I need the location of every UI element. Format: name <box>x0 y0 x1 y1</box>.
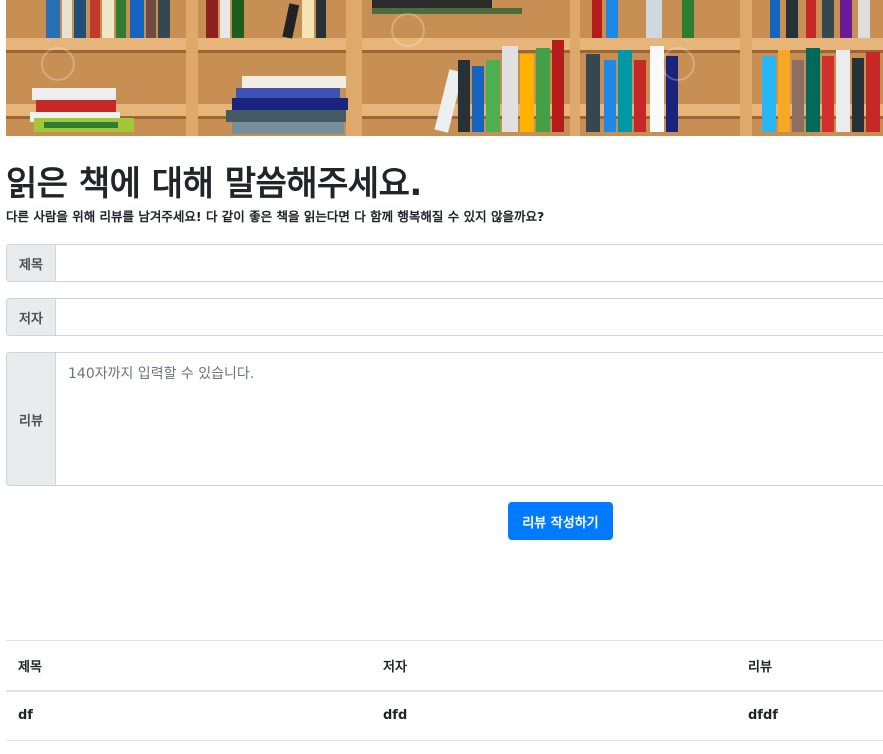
review-label: 리뷰 <box>7 353 56 485</box>
reviews-table: 제목 저자 리뷰 df dfd dfdf <box>6 640 883 741</box>
author-input[interactable] <box>56 299 883 335</box>
column-header-title: 제목 <box>18 659 42 675</box>
review-page: 읽은 책에 대해 말씀해주세요. 다른 사람을 위해 리뷰를 남겨주세요! 다 … <box>0 0 883 754</box>
author-label: 저자 <box>7 299 56 335</box>
cell-review: dfdf <box>748 708 778 724</box>
title-input[interactable] <box>56 245 883 281</box>
table-row: df dfd dfdf <box>6 691 883 741</box>
submit-review-button[interactable]: 리뷰 작성하기 <box>508 502 613 540</box>
review-input-group: 리뷰 <box>6 352 883 486</box>
page-title: 읽은 책에 대해 말씀해주세요. <box>6 164 422 204</box>
cell-author: dfd <box>383 708 408 724</box>
column-header-author: 저자 <box>383 659 407 675</box>
bookshelf-banner-image <box>6 0 883 136</box>
column-header-review: 리뷰 <box>748 659 772 675</box>
page-subtitle: 다른 사람을 위해 리뷰를 남겨주세요! 다 같이 좋은 책을 읽는다면 다 함… <box>6 209 545 224</box>
table-header-row: 제목 저자 리뷰 <box>6 640 883 691</box>
cell-title: df <box>18 708 33 724</box>
author-input-group: 저자 <box>6 298 883 336</box>
review-textarea[interactable] <box>56 353 883 485</box>
title-label: 제목 <box>7 245 56 281</box>
title-input-group: 제목 <box>6 244 883 282</box>
